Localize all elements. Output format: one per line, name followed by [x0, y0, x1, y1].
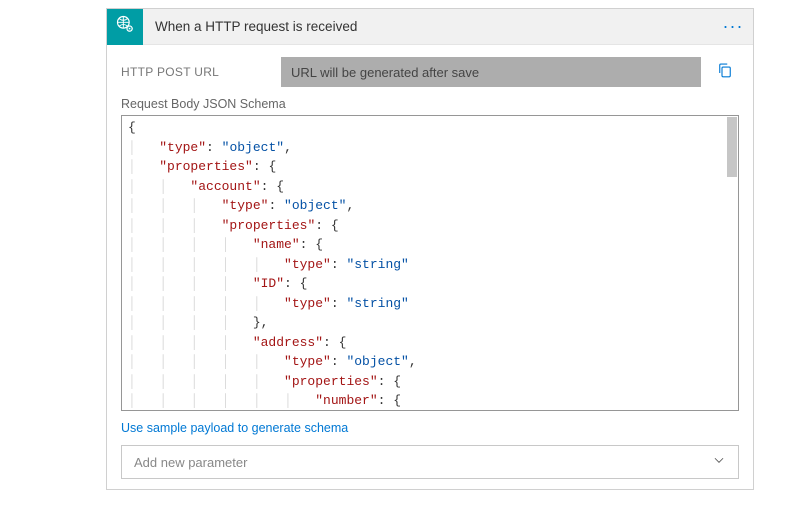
code-line: │ │ │ │ │ "type": "string" [128, 255, 730, 275]
http-trigger-card: When a HTTP request is received ··· HTTP… [106, 8, 754, 490]
url-value: URL will be generated after save [291, 65, 479, 80]
chevron-down-icon [712, 453, 726, 472]
code-line: │ │ │ │ "name": { [128, 235, 730, 255]
scrollbar-thumb[interactable] [727, 117, 737, 177]
code-line: │ │ │ │ │ "properties": { [128, 372, 730, 392]
code-line: │ │ "account": { [128, 177, 730, 197]
globe-gear-icon [115, 14, 135, 39]
code-line: │ │ │ │ }, [128, 313, 730, 333]
more-menu-button[interactable]: ··· [713, 16, 753, 37]
code-line: │ "type": "object", [128, 138, 730, 158]
schema-label: Request Body JSON Schema [121, 97, 739, 111]
card-title: When a HTTP request is received [143, 19, 713, 34]
url-label: HTTP POST URL [121, 65, 271, 79]
url-row: HTTP POST URL URL will be generated afte… [121, 57, 739, 87]
code-line: │ │ │ │ │ │ │ "type": "string" [128, 411, 730, 412]
copy-icon [716, 61, 734, 84]
schema-textarea[interactable]: {│ "type": "object",│ "properties": {│ │… [121, 115, 739, 411]
schema-code: {│ "type": "object",│ "properties": {│ │… [128, 118, 730, 411]
code-line: │ "properties": { [128, 157, 730, 177]
code-line: │ │ │ "properties": { [128, 216, 730, 236]
trigger-icon-box [107, 9, 143, 45]
code-line: │ │ │ │ │ "type": "object", [128, 352, 730, 372]
sample-payload-link[interactable]: Use sample payload to generate schema [121, 421, 739, 435]
code-line: │ │ │ │ "ID": { [128, 274, 730, 294]
param-placeholder: Add new parameter [134, 455, 247, 470]
card-body: HTTP POST URL URL will be generated afte… [107, 45, 753, 489]
code-line: │ │ │ "type": "object", [128, 196, 730, 216]
url-field: URL will be generated after save [281, 57, 701, 87]
code-line: │ │ │ │ "address": { [128, 333, 730, 353]
card-header[interactable]: When a HTTP request is received ··· [107, 9, 753, 45]
code-line: { [128, 118, 730, 138]
copy-url-button[interactable] [711, 58, 739, 86]
code-line: │ │ │ │ │ │ "number": { [128, 391, 730, 411]
code-line: │ │ │ │ │ "type": "string" [128, 294, 730, 314]
add-parameter-select[interactable]: Add new parameter [121, 445, 739, 479]
